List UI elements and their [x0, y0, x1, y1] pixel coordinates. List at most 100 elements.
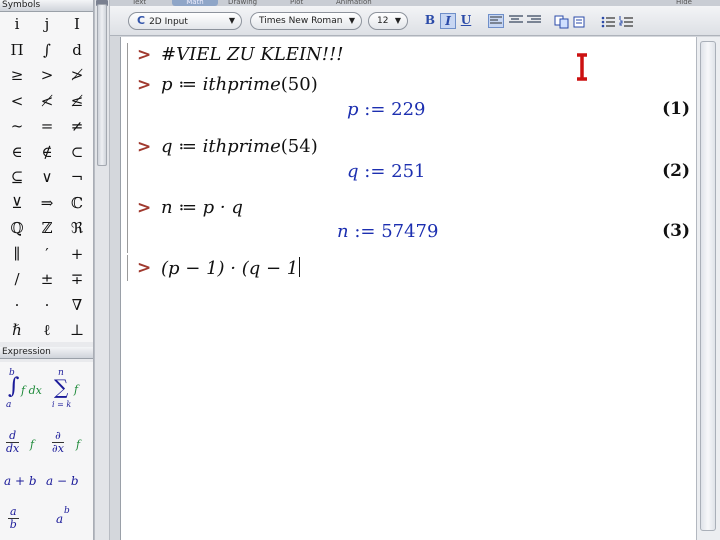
symbol-palette-item[interactable]: ∓ [62, 267, 92, 292]
equation-label[interactable]: (1) [662, 99, 690, 119]
symbol-palette-item[interactable]: ≯ [62, 63, 92, 88]
symbol-palette-item[interactable]: ∇ [62, 293, 92, 318]
input-prompt: > [137, 198, 152, 218]
symbol-palette-item[interactable]: ≠ [62, 114, 92, 139]
input-prompt: > [137, 75, 152, 95]
symbol-palette-item[interactable]: I [62, 12, 92, 37]
palette-sidebar: Symbols i j I Π ∫ d ≥ > ≯ < ≮ ≰ ~ = ≠ ∈ ∉ ⊂ ⊆ ∨ ¬ ⊻ ⇒ ℂ ℚ ℤ ℜ ∥ ′ + / ±… [0, 0, 94, 540]
math-input-line[interactable]: p ≔ ithprime(50) [161, 74, 318, 95]
output-value: 251 [391, 161, 426, 182]
equation-label[interactable]: (2) [662, 161, 690, 181]
worksheet-scrollbar[interactable] [696, 37, 720, 540]
symbol-palette-item[interactable]: ℂ [62, 191, 92, 216]
symbol-palette-item[interactable]: ~ [2, 114, 32, 139]
symbol-palette-item[interactable]: ⊥ [62, 318, 92, 343]
subtraction-template[interactable]: a − b [46, 472, 92, 494]
palette-splitter-scrollbar[interactable] [94, 0, 110, 540]
symbol-palette-item[interactable]: · [32, 293, 62, 318]
addition-template[interactable]: a + b [0, 472, 46, 494]
power-exponent: b [64, 506, 70, 516]
text-caret [299, 257, 301, 277]
symbol-palette-item[interactable]: ± [32, 267, 62, 292]
input-mode-dropdown[interactable]: C 2D Input ▼ [128, 12, 242, 30]
ibeam-cursor-icon [577, 53, 587, 81]
symbol-palette-item[interactable]: ≮ [32, 89, 62, 114]
symbol-palette-item[interactable]: Π [2, 38, 32, 63]
partial-derivative-template[interactable]: ∂ ∂x f [46, 428, 92, 470]
maple-window: Symbols i j I Π ∫ d ≥ > ≯ < ≮ ≰ ~ = ≠ ∈ ∉ ⊂ ⊆ ∨ ¬ ⊻ ⇒ ℂ ℚ ℤ ℜ ∥ ′ + / ±… [0, 0, 720, 540]
symbol-palette-item[interactable]: ∫ [32, 38, 62, 63]
summation-template[interactable]: n ∑ i = k f [46, 368, 92, 410]
power-base: a [56, 512, 64, 526]
underline-button[interactable]: U [458, 13, 474, 29]
symbols-palette: i j I Π ∫ d ≥ > ≯ < ≮ ≰ ~ = ≠ ∈ ∉ ⊂ ⊆ ∨ ¬ ⊻ ⇒ ℂ ℚ ℤ ℜ ∥ ′ + / ± ∓ · · ∇ ℏ ℓ ⊥ [0, 12, 93, 343]
symbol-palette-item[interactable]: ≥ [2, 63, 32, 88]
definite-integral-template[interactable]: ∫ b a f dx [0, 368, 46, 410]
align-center-button[interactable] [508, 14, 524, 28]
symbol-palette-item[interactable]: ℏ [2, 318, 32, 343]
symbol-palette-item[interactable]: ⊆ [2, 165, 32, 190]
symbol-palette-item[interactable]: > [32, 63, 62, 88]
symbol-palette-item[interactable]: + [62, 242, 92, 267]
symbol-palette-item[interactable]: / [2, 267, 32, 292]
symbol-palette-item[interactable]: ⇒ [32, 191, 62, 216]
symbol-palette-item[interactable]: ⊂ [62, 140, 92, 165]
symbol-palette-item[interactable]: ′ [32, 242, 62, 267]
output-variable: q [347, 161, 359, 182]
symbol-palette-item[interactable]: ℓ [32, 318, 62, 343]
symbol-palette-item[interactable]: = [32, 114, 62, 139]
output-assign: := [348, 221, 382, 242]
numbered-list-button[interactable] [618, 14, 634, 28]
worksheet-document[interactable]: > #VIEL ZU KLEIN!!! > p ≔ ithprime(50) p… [120, 37, 696, 540]
symbol-palette-item[interactable]: ℤ [32, 216, 62, 241]
paste-format-icon[interactable] [572, 14, 588, 28]
font-size-dropdown[interactable]: 12 ▼ [368, 12, 408, 30]
function-name: ithprime [202, 74, 281, 95]
splitter-scroll-thumb[interactable] [97, 4, 107, 166]
chevron-down-icon: ▼ [348, 16, 355, 25]
math-input-line[interactable]: q ≔ ithprime(54) [161, 136, 318, 157]
symbol-palette-item[interactable]: j [32, 12, 62, 37]
bullet-list-button[interactable] [600, 14, 616, 28]
fraction-template[interactable]: a b [0, 502, 46, 538]
align-right-button[interactable] [526, 14, 542, 28]
input-variable: p [161, 74, 173, 95]
active-math-input[interactable]: (p − 1) · (q − 1 [161, 257, 301, 279]
input-mode-value: 2D Input [149, 17, 188, 27]
symbol-palette-item[interactable]: ∉ [32, 140, 62, 165]
addition-label: a + b [4, 474, 37, 488]
symbol-palette-item[interactable]: < [2, 89, 32, 114]
expression-palette-header[interactable]: Expression [0, 347, 93, 359]
symbols-palette-title: Symbols [2, 0, 41, 10]
comment-input-line[interactable]: #VIEL ZU KLEIN!!! [161, 44, 344, 65]
symbol-palette-item[interactable]: · [2, 293, 32, 318]
integral-upper-bound: b [9, 368, 15, 378]
math-input-line[interactable]: n ≔ p · q [161, 197, 243, 218]
symbol-palette-item[interactable]: i [2, 12, 32, 37]
symbol-palette-item[interactable]: ¬ [62, 165, 92, 190]
sum-body: f [74, 383, 79, 396]
align-left-button[interactable] [488, 14, 504, 28]
active-input-text: (p − 1) · (q − 1 [161, 258, 299, 279]
italic-button[interactable]: I [440, 13, 456, 29]
equation-label[interactable]: (3) [662, 221, 690, 241]
symbol-palette-item[interactable]: ∨ [32, 165, 62, 190]
output-variable: p [347, 99, 359, 120]
bold-button[interactable]: B [422, 13, 438, 29]
derivative-template[interactable]: d dx f [0, 428, 46, 470]
copy-format-icon[interactable] [554, 14, 570, 29]
chevron-down-icon: ▼ [228, 16, 235, 25]
symbol-palette-item[interactable]: ⊻ [2, 191, 32, 216]
symbol-palette-item[interactable]: ∈ [2, 140, 32, 165]
symbol-palette-item[interactable]: d [62, 38, 92, 63]
symbol-palette-item[interactable]: ℜ [62, 216, 92, 241]
expression-palette-title: Expression [2, 347, 51, 357]
symbol-palette-item[interactable]: ∥ [2, 242, 32, 267]
worksheet-scroll-thumb[interactable] [700, 41, 716, 531]
symbols-palette-header[interactable]: Symbols [0, 0, 93, 12]
power-template[interactable]: a b [46, 502, 92, 538]
symbol-palette-item[interactable]: ℚ [2, 216, 32, 241]
input-prompt: > [137, 45, 152, 65]
symbol-palette-item[interactable]: ≰ [62, 89, 92, 114]
font-family-dropdown[interactable]: Times New Roman ▼ [250, 12, 362, 30]
